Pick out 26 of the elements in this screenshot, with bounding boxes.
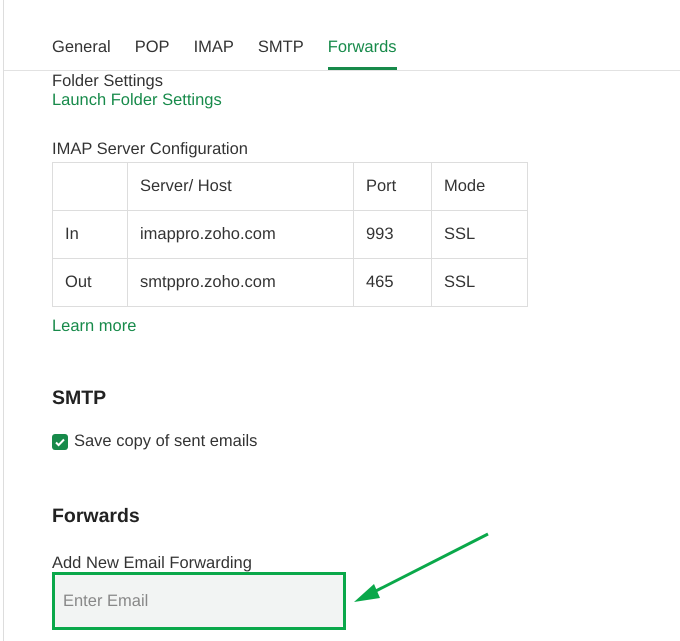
column-header: Mode bbox=[432, 162, 528, 210]
table-cell: 993 bbox=[354, 210, 432, 258]
table-cell: smtppro.zoho.com bbox=[128, 258, 354, 306]
launch-folder-settings-link[interactable]: Launch Folder Settings bbox=[52, 91, 222, 110]
tab[interactable]: IMAP bbox=[194, 38, 234, 70]
table-title: IMAP Server Configuration bbox=[52, 140, 249, 159]
field-label: Add New Email Forwarding bbox=[52, 554, 253, 572]
table-cell: Out bbox=[52, 258, 128, 306]
email-field[interactable]: Enter Email bbox=[55, 575, 343, 627]
column-header: Server/ Host bbox=[128, 162, 354, 210]
tab[interactable]: POP bbox=[134, 38, 170, 70]
checkbox-label: Save copy of sent emails bbox=[74, 432, 258, 451]
tab[interactable]: Forwards bbox=[328, 38, 397, 70]
table-cell: imappro.zoho.com bbox=[128, 210, 354, 258]
section-heading: Folder Settings bbox=[52, 73, 163, 89]
section-heading: Forwards bbox=[52, 505, 141, 528]
table-cell: In bbox=[52, 210, 128, 258]
section-heading: SMTP bbox=[52, 387, 108, 410]
table-cell: 465 bbox=[354, 258, 432, 306]
tab[interactable]: General bbox=[52, 38, 111, 70]
learn-more-link[interactable]: Learn more bbox=[52, 317, 136, 336]
checkbox[interactable] bbox=[52, 434, 68, 450]
tab[interactable]: SMTP bbox=[258, 38, 304, 70]
column-header: Port bbox=[354, 162, 432, 210]
table-cell: SSL bbox=[432, 258, 528, 306]
table-cell: SSL bbox=[432, 210, 528, 258]
